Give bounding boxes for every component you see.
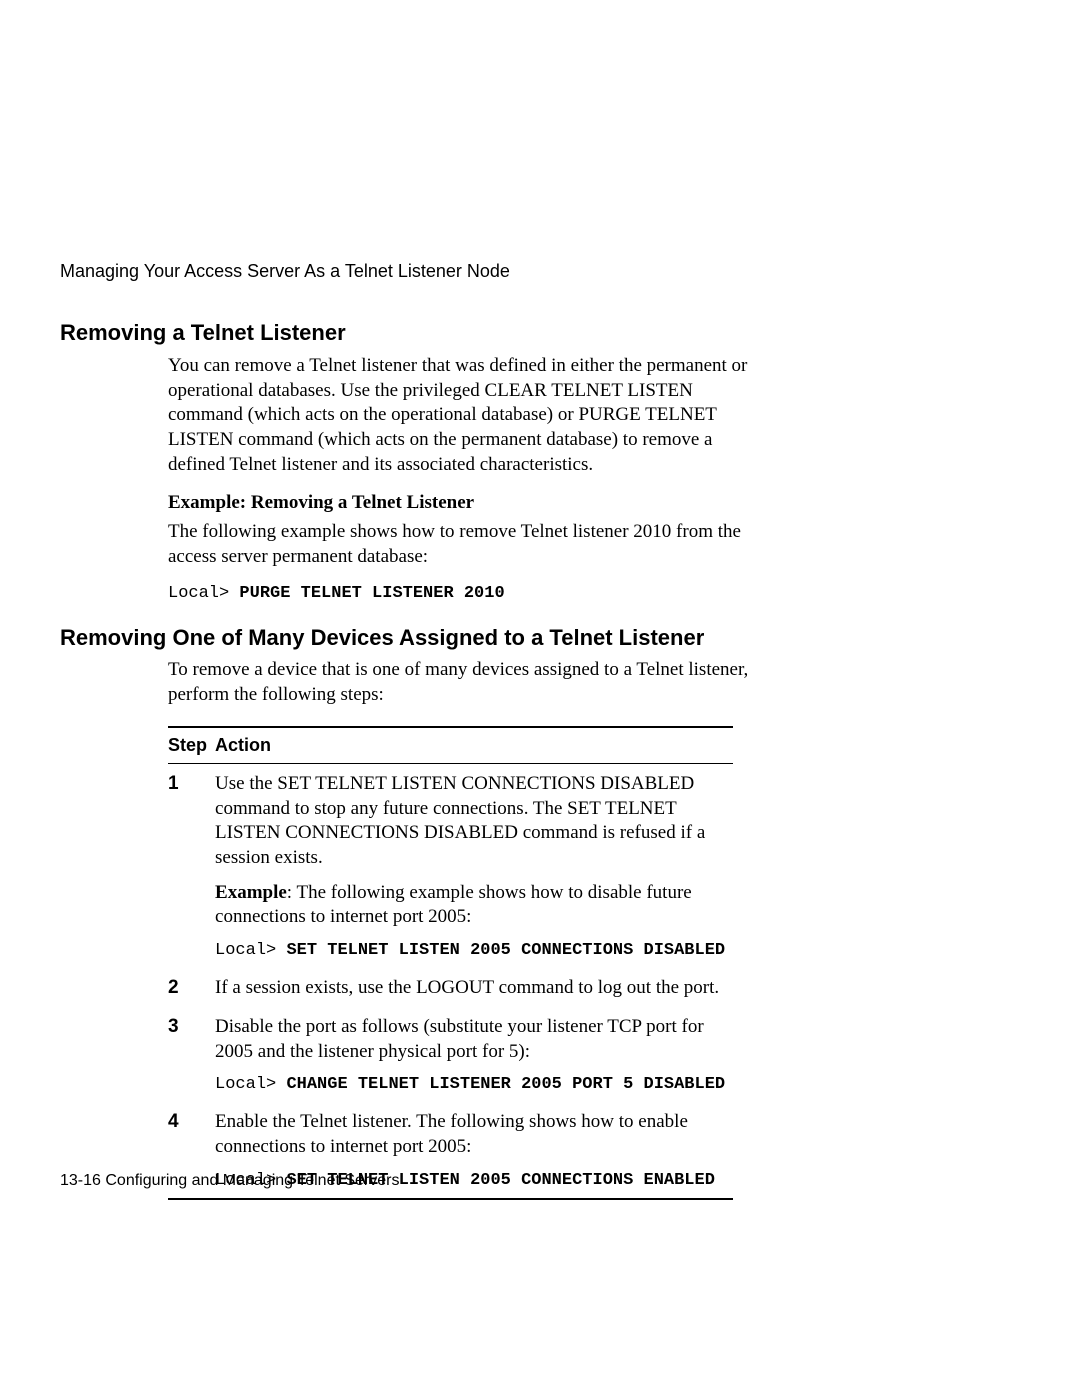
command-text: CHANGE TELNET LISTENER 2005 PORT 5 DISAB…	[286, 1075, 725, 1094]
prompt: Local>	[215, 1075, 286, 1094]
step-action: Use the SET TELNET LISTEN CONNECTIONS DI…	[215, 763, 733, 968]
step-text: Enable the Telnet listener. The followin…	[215, 1110, 725, 1159]
table-row: 3 Disable the port as follows (substitut…	[168, 1007, 733, 1102]
page-number: 13-16	[60, 1172, 101, 1189]
command-text: SET TELNET LISTEN 2005 CONNECTIONS DISAB…	[286, 941, 725, 960]
page-footer: 13-16 Configuring and Managing Telnet Se…	[60, 1171, 399, 1192]
table-row: 2 If a session exists, use the LOGOUT co…	[168, 968, 733, 1007]
step-action: If a session exists, use the LOGOUT comm…	[215, 968, 733, 1007]
command-text: PURGE TELNET LISTENER 2010	[239, 584, 504, 603]
step-action: Disable the port as follows (substitute …	[215, 1007, 733, 1102]
step-text: If a session exists, use the LOGOUT comm…	[215, 976, 725, 1001]
section2-intro: To remove a device that is one of many d…	[168, 658, 750, 707]
footer-text: Configuring and Managing Telnet Servers	[101, 1172, 400, 1189]
step-number: 1	[168, 763, 215, 968]
section1-example-head: Example: Removing a Telnet Listener	[168, 491, 750, 516]
example-label: Example	[215, 882, 287, 903]
section1-title: Removing a Telnet Listener	[60, 319, 980, 348]
page: Managing Your Access Server As a Telnet …	[0, 0, 1080, 1397]
section1-body: You can remove a Telnet listener that wa…	[168, 354, 750, 606]
step-example: Example: The following example shows how…	[215, 881, 725, 930]
step-command: Local> SET TELNET LISTEN 2005 CONNECTION…	[215, 940, 725, 962]
prompt: Local>	[168, 584, 239, 603]
step-command: Local> CHANGE TELNET LISTENER 2005 PORT …	[215, 1074, 725, 1096]
col-action: Action	[215, 727, 733, 764]
section2-intro-wrap: To remove a device that is one of many d…	[168, 658, 750, 707]
step-number: 3	[168, 1007, 215, 1102]
section2-table-wrap: Step Action 1 Use the SET TELNET LISTEN …	[168, 726, 700, 1200]
section1-command: Local> PURGE TELNET LISTENER 2010	[168, 583, 750, 605]
step-text: Disable the port as follows (substitute …	[215, 1015, 725, 1064]
section1-intro: You can remove a Telnet listener that wa…	[168, 354, 750, 477]
steps-table: Step Action 1 Use the SET TELNET LISTEN …	[168, 726, 733, 1200]
step-number: 2	[168, 968, 215, 1007]
col-step: Step	[168, 727, 215, 764]
example-rest: : The following example shows how to dis…	[215, 882, 692, 928]
section2-title: Removing One of Many Devices Assigned to…	[60, 624, 980, 653]
prompt: Local>	[215, 941, 286, 960]
section1-example-text: The following example shows how to remov…	[168, 520, 750, 569]
step-text: Use the SET TELNET LISTEN CONNECTIONS DI…	[215, 772, 725, 871]
running-head: Managing Your Access Server As a Telnet …	[60, 260, 980, 283]
table-row: 1 Use the SET TELNET LISTEN CONNECTIONS …	[168, 763, 733, 968]
